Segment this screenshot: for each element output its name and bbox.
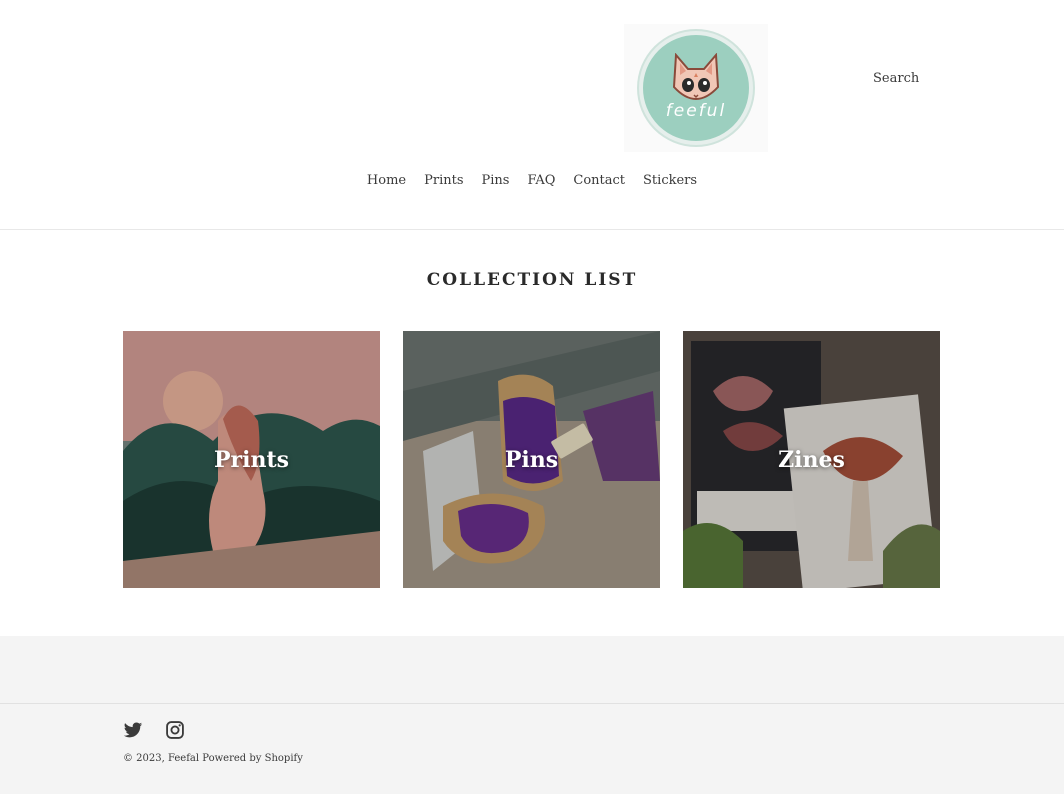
copyright-prefix: © 2023, xyxy=(123,753,168,764)
nav-item-stickers[interactable]: Stickers xyxy=(634,173,706,188)
logo-badge: feeful xyxy=(639,31,753,145)
collection-card-prints[interactable]: Prints xyxy=(123,331,380,588)
nav-item-home[interactable]: Home xyxy=(358,173,415,188)
site-header: feeful Search Home Prints Pins FAQ Conta… xyxy=(0,0,1064,230)
search-link[interactable]: Search xyxy=(873,71,919,86)
powered-by-text: Powered by Shopify xyxy=(199,753,303,764)
instagram-icon[interactable] xyxy=(165,720,185,740)
collection-label: Zines xyxy=(778,446,845,473)
nav-item-contact[interactable]: Contact xyxy=(564,173,634,188)
social-links xyxy=(123,720,185,740)
store-link[interactable]: Feefal xyxy=(168,753,199,764)
logo-text: feeful xyxy=(665,101,727,121)
copyright-text: © 2023, Feefal Powered by Shopify xyxy=(123,753,303,764)
nav-item-prints[interactable]: Prints xyxy=(415,173,472,188)
site-logo[interactable]: feeful xyxy=(624,24,768,152)
main-nav: Home Prints Pins FAQ Contact Stickers xyxy=(0,173,1064,188)
collection-grid: Prints Pins Zines xyxy=(123,331,940,588)
footer-divider xyxy=(0,703,1064,704)
cat-mascot-icon xyxy=(672,53,720,100)
collection-label: Pins xyxy=(504,446,559,473)
twitter-icon[interactable] xyxy=(123,720,143,740)
collection-label: Prints xyxy=(213,446,290,473)
collection-card-zines[interactable]: Zines xyxy=(683,331,940,588)
collection-card-pins[interactable]: Pins xyxy=(403,331,660,588)
nav-item-pins[interactable]: Pins xyxy=(473,173,519,188)
nav-item-faq[interactable]: FAQ xyxy=(518,173,564,188)
site-footer: © 2023, Feefal Powered by Shopify xyxy=(0,636,1064,794)
page-title: COLLECTION LIST xyxy=(426,270,638,290)
